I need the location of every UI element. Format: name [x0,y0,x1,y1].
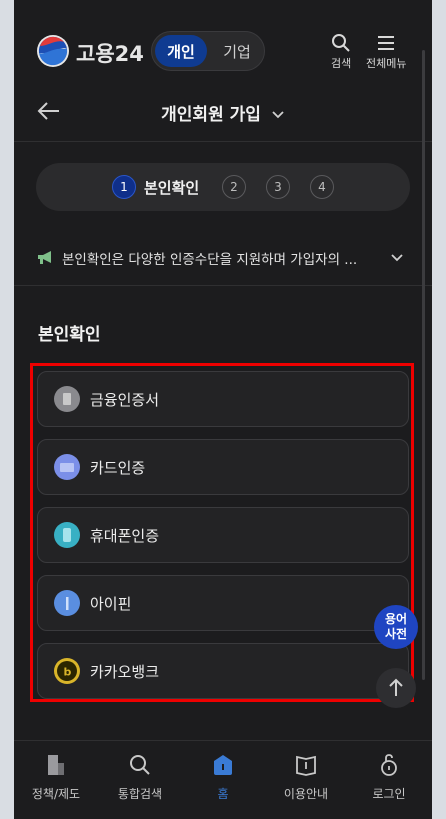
korea-gov-logo[interactable] [36,34,70,68]
step-active-label: 본인확인 [144,179,200,197]
highlight-box [30,363,414,702]
step-indicator: 1 본인확인 2 3 4 [36,163,410,211]
notice-text: 본인확인은 다양한 인증수단을 지원하며 가입자의 ... [62,252,358,268]
notice-bar[interactable]: 본인확인은 다양한 인증수단을 지원하며 가입자의 ... [14,230,432,286]
chevron-down-icon [391,254,403,262]
lock-icon [381,754,397,776]
page-title: 개인회원 가입 [161,105,261,125]
chevron-down-icon [272,111,284,119]
megaphone-icon [38,251,51,264]
dictionary-button[interactable]: 용어 사전 [374,605,418,649]
toggle-business[interactable]: 기업 [212,35,262,67]
nav-label: 통합검색 [117,787,163,801]
search-icon [130,755,150,775]
book-icon [296,755,316,776]
nav-search[interactable]: 통합검색 [105,753,175,802]
home-icon [214,755,232,775]
nav-home[interactable]: 홈 [188,753,258,802]
brand-name[interactable]: 고용24 [76,38,144,68]
nav-label: 홈 [217,787,229,801]
nav-login[interactable]: 로그인 [354,753,424,802]
nav-label: 정책/제도 [31,787,81,801]
arrow-up-icon [389,678,403,696]
scrollbar[interactable] [422,50,425,680]
step-1: 1 [112,175,136,199]
user-type-toggle: 개인 기업 [151,31,265,71]
step-3: 3 [266,175,290,199]
step-2: 2 [222,175,246,199]
nav-guide[interactable]: 이용안내 [271,753,341,802]
building-icon [48,755,64,775]
bottom-nav: 정책/제도 통합검색 홈 이용안내 로그인 [14,740,432,819]
dictionary-label: 용어 사전 [384,612,408,641]
search-label: 검색 [331,57,352,70]
toggle-personal[interactable]: 개인 [155,35,207,67]
section-title: 본인확인 [38,325,101,345]
nav-label: 이용안내 [283,787,329,801]
top-bar: 고용24 개인 기업 검색 전체메뉴 [14,0,432,82]
page-header: 개인회원 가입 [14,82,432,142]
hamburger-icon [378,36,395,50]
menu-label: 전체메뉴 [366,57,407,70]
nav-policy[interactable]: 정책/제도 [21,753,91,802]
search-icon [332,34,350,52]
search-button[interactable]: 검색 [331,33,351,71]
scroll-top-button[interactable] [376,668,416,708]
step-4: 4 [310,175,334,199]
nav-label: 로그인 [372,787,406,801]
menu-button[interactable]: 전체메뉴 [366,33,406,71]
app-screen: 고용24 개인 기업 검색 전체메뉴 개인회원 가입 1 본인확인 2 3 4 … [14,0,432,819]
page-title-dropdown[interactable]: 개인회원 가입 [14,100,432,125]
